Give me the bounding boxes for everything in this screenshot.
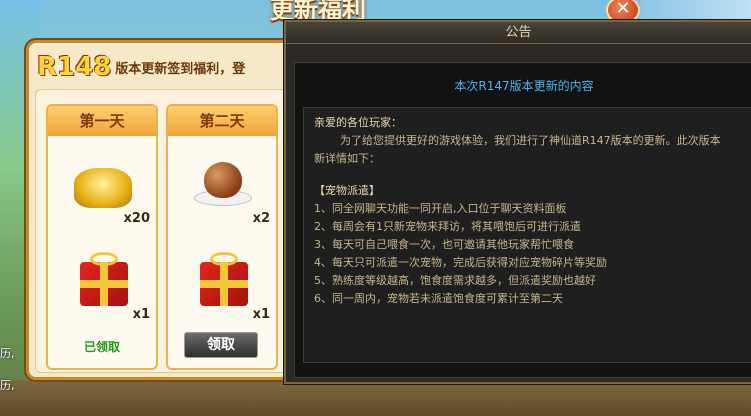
reward-slot[interactable]: x20: [64, 156, 150, 226]
reward-count: x2: [252, 211, 270, 226]
background-scenery-top-right: [640, 0, 751, 20]
day-card-1: 第一天 x20 x1 已领取: [46, 104, 158, 370]
list-item: 2、每周会有1只新宠物来拜访，将其喂饱后可进行派遣: [314, 220, 581, 233]
gold-ingot-icon: [74, 168, 132, 208]
days-area: 第一天 x20 x1 已领取 第二天 x2 x1 领取: [35, 89, 325, 373]
side-chat-text: 历,: [0, 347, 15, 360]
claimed-status: 已领取: [83, 340, 120, 354]
banner-text: 版本更新签到福利，登: [115, 61, 246, 77]
list-item: 4、每天只可派遣一次宠物，完成后获得对应宠物碎片等奖励: [314, 256, 607, 269]
background-scenery-bottom: [0, 380, 751, 416]
egg-dish-icon: [204, 162, 242, 198]
reward-slot[interactable]: x1: [64, 252, 150, 322]
gift-box-icon: [200, 262, 248, 306]
list-item: 1、同全网聊天功能一同开启,入口位于聊天资料面板: [314, 202, 567, 215]
gift-bow-icon: [90, 252, 118, 266]
reward-count: x1: [132, 307, 150, 322]
announcement-title[interactable]: 公告: [286, 22, 751, 44]
intro-text: 新详情如下：: [314, 152, 380, 165]
reward-count: x1: [252, 307, 270, 322]
announcement-heading: 本次R147版本更新的内容: [454, 79, 594, 93]
announcement-content[interactable]: 亲爱的各位玩家： 为了给您提供更好的游戏体验，我们进行了神仙道R147版本的更新…: [303, 107, 751, 363]
day-header: 第二天: [168, 106, 276, 136]
reward-count: x20: [123, 211, 150, 226]
gift-bow-icon: [210, 252, 238, 266]
announcement-window: 公告 本次R147版本更新的内容 亲爱的各位玩家： 为了给您提供更好的游戏体验，…: [284, 20, 751, 384]
greeting-text: 亲爱的各位玩家：: [314, 116, 402, 129]
reward-slot[interactable]: x1: [184, 252, 270, 322]
list-item: 6、同一周内，宠物若未派遣饱食度可累计至第二天: [314, 292, 563, 305]
section-title: 【宠物派遣】: [314, 184, 380, 197]
welfare-banner: R148 版本更新签到福利，登: [37, 49, 319, 85]
banner-version: R148: [37, 52, 112, 82]
intro-text: 为了给您提供更好的游戏体验，我们进行了神仙道R147版本的更新。此次版本: [340, 134, 721, 147]
list-item: 3、每天可自己喂食一次，也可邀请其他玩家帮忙喂食: [314, 238, 574, 251]
announcement-body: 本次R147版本更新的内容 亲爱的各位玩家： 为了给您提供更好的游戏体验，我们进…: [294, 62, 751, 378]
gift-box-icon: [80, 262, 128, 306]
reward-slot[interactable]: x2: [184, 156, 270, 226]
list-item: 5、熟练度等级越高，饱食度需求越多，但派遣奖励也越好: [314, 274, 596, 287]
side-chat-text: 历,: [0, 379, 15, 392]
claim-button[interactable]: 领取: [184, 332, 258, 358]
welfare-panel: R148 版本更新签到福利，登 第一天 x20 x1 已领取 第二天 x2 x1…: [26, 40, 326, 380]
day-card-2: 第二天 x2 x1 领取: [166, 104, 278, 370]
day-header: 第一天: [48, 106, 156, 136]
